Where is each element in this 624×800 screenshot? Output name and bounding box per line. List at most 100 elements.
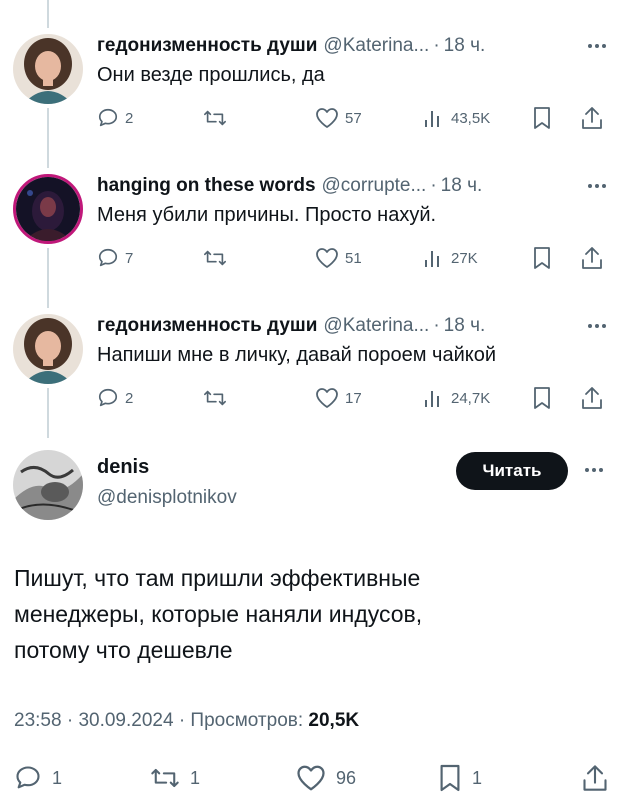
views-button[interactable]: 27K: [423, 244, 478, 272]
heart-icon: [297, 765, 325, 791]
tweet-text: Они везде прошлись, да: [97, 64, 325, 86]
reply-bubble-icon: [98, 388, 118, 407]
reply-header: гедонизменность души @Katerina... · 18 ч…: [97, 312, 607, 340]
more-dots-icon[interactable]: [587, 32, 607, 60]
like-button[interactable]: 51: [315, 244, 362, 272]
tweet-date[interactable]: 30.09.2024: [78, 710, 173, 731]
like-count: 96: [336, 767, 357, 788]
bookmark-button[interactable]: [532, 244, 552, 272]
like-count: 17: [345, 389, 362, 407]
tweet-text-line: потому что дешевле: [14, 637, 233, 663]
avatar[interactable]: [13, 34, 83, 104]
reply-tweet[interactable]: гедонизменность души @Katerina... · 18 ч…: [0, 312, 624, 452]
reply-bubble-icon: [16, 766, 40, 789]
action-bar: 2 57 43,5K: [97, 104, 607, 132]
reply-count: 2: [125, 109, 134, 127]
reply-button[interactable]: 2: [97, 104, 133, 132]
separator-dot: ·: [430, 175, 437, 196]
reply-header: гедонизменность души @Katerina... · 18 ч…: [97, 32, 607, 60]
retweet-icon: [204, 250, 226, 266]
like-button[interactable]: 57: [315, 104, 362, 132]
timestamp[interactable]: 18 ч.: [444, 315, 486, 337]
separator-dot: ·: [433, 315, 440, 336]
author-name[interactable]: гедонизменность души: [97, 35, 317, 57]
reply-count: 1: [52, 767, 63, 788]
bar-chart-icon: [425, 251, 439, 267]
bookmark-icon: [534, 387, 550, 409]
share-button[interactable]: [582, 762, 608, 794]
tweet-text: Напиши мне в личку, давай пороем чайкой: [97, 344, 497, 366]
bookmark-icon: [440, 764, 460, 792]
retweet-button[interactable]: 1: [150, 762, 200, 794]
share-icon: [582, 107, 602, 129]
like-button[interactable]: 96: [296, 762, 356, 794]
bookmark-button[interactable]: [532, 384, 552, 412]
reply-header: hanging on these words @corrupte... · 18…: [97, 172, 607, 200]
avatar[interactable]: [13, 314, 83, 384]
bar-chart-icon: [425, 391, 439, 407]
more-dots-icon[interactable]: [587, 172, 607, 200]
reply-tweet[interactable]: гедонизменность души @Katerina... · 18 ч…: [0, 32, 624, 172]
tweet-text-line: менеджеры, которые наняли индусов,: [14, 601, 423, 627]
action-bar: 7 51 27K: [97, 244, 607, 272]
separator-dot: ·: [433, 35, 440, 56]
views-button[interactable]: 24,7K: [423, 384, 490, 412]
heart-icon: [316, 388, 338, 408]
views-label: Просмотров:: [190, 710, 304, 731]
view-count: 43,5K: [451, 109, 491, 127]
share-button[interactable]: [581, 384, 603, 412]
author-handle[interactable]: @Katerina...: [323, 315, 429, 337]
main-author-name[interactable]: denis: [97, 456, 149, 479]
retweet-button[interactable]: [203, 104, 227, 132]
like-count: 57: [345, 109, 362, 127]
avatar[interactable]: [13, 174, 83, 244]
retweet-icon: [151, 768, 179, 788]
main-author-handle[interactable]: @denisplotnikov: [97, 487, 237, 509]
reply-count: 7: [125, 249, 134, 267]
tweet-text-line: Пишут, что там пришли эффективные: [14, 565, 421, 591]
reply-button[interactable]: 7: [97, 244, 133, 272]
bookmark-icon: [534, 247, 550, 269]
main-tweet-text: Пишут, что там пришли эффективные менедж…: [14, 560, 610, 668]
retweet-icon: [204, 390, 226, 406]
separator-dot: ·: [178, 710, 191, 731]
tweet-meta: 23:58 · 30.09.2024 · Просмотров: 20,5K: [14, 710, 359, 732]
view-count: 24,7K: [451, 389, 491, 407]
retweet-count: 1: [190, 767, 201, 788]
reply-button[interactable]: 2: [97, 384, 133, 412]
more-dots-icon[interactable]: [587, 312, 607, 340]
view-count: 27K: [451, 249, 478, 267]
reply-button[interactable]: 1: [14, 762, 62, 794]
main-avatar[interactable]: [13, 450, 83, 520]
reply-bubble-icon: [98, 108, 118, 127]
bar-chart-icon: [425, 111, 439, 127]
views-button[interactable]: 43,5K: [423, 104, 490, 132]
author-name[interactable]: гедонизменность души: [97, 315, 317, 337]
main-action-bar: 1 1 96 1: [14, 762, 610, 794]
heart-icon: [316, 108, 338, 128]
retweet-button[interactable]: [203, 384, 227, 412]
timestamp[interactable]: 18 ч.: [444, 35, 486, 57]
tweet-time[interactable]: 23:58: [14, 710, 62, 731]
like-button[interactable]: 17: [315, 384, 362, 412]
share-button[interactable]: [581, 104, 603, 132]
author-name[interactable]: hanging on these words: [97, 175, 316, 197]
author-handle[interactable]: @corrupte...: [322, 175, 427, 197]
follow-button[interactable]: Читать: [456, 452, 568, 490]
action-bar: 2 17 24,7K: [97, 384, 607, 412]
reply-bubble-icon: [98, 248, 118, 267]
bookmark-icon: [534, 107, 550, 129]
share-button[interactable]: [581, 244, 603, 272]
retweet-button[interactable]: [203, 244, 227, 272]
like-count: 51: [345, 249, 362, 267]
thread-line-top: [47, 0, 49, 28]
tweet-text: Меня убили причины. Просто нахуй.: [97, 204, 437, 226]
heart-icon: [316, 248, 338, 268]
reply-count: 2: [125, 389, 134, 407]
author-handle[interactable]: @Katerina...: [323, 35, 429, 57]
reply-tweet[interactable]: hanging on these words @corrupte... · 18…: [0, 172, 624, 312]
more-dots-icon[interactable]: [584, 458, 604, 482]
bookmark-button[interactable]: [532, 104, 552, 132]
bookmark-button[interactable]: 1: [438, 762, 482, 794]
timestamp[interactable]: 18 ч.: [441, 175, 483, 197]
